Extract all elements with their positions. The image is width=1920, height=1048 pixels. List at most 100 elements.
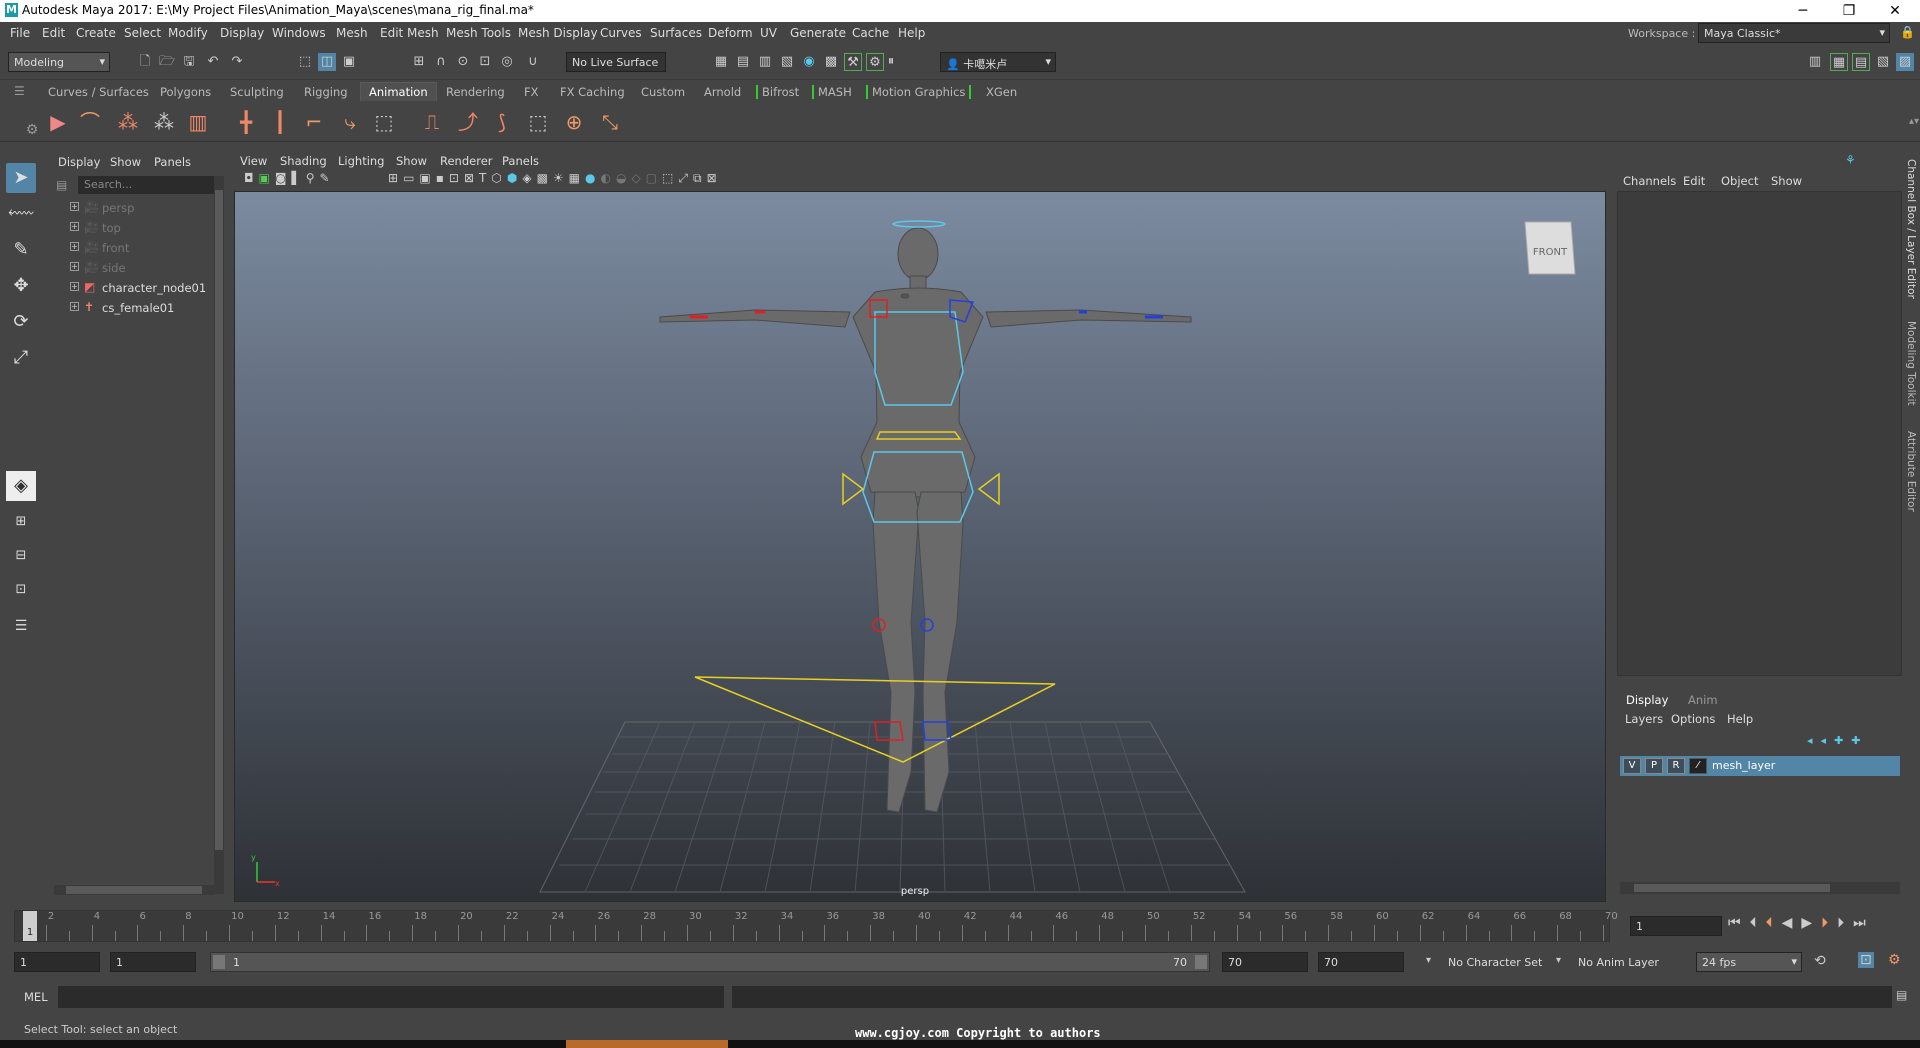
film-gate-icon[interactable]: ▭ <box>403 171 419 185</box>
render-view-icon[interactable]: ▩ <box>822 53 840 71</box>
toggle-channel-box-icon[interactable]: ▨ <box>1896 53 1914 71</box>
four-view-layout-icon[interactable]: ⊞ <box>6 507 36 537</box>
play-forwards-icon[interactable]: ▶ <box>1801 915 1821 931</box>
layer-menu-options[interactable]: Options <box>1671 712 1715 726</box>
side-tab-modeling-toolkit[interactable]: Modeling Toolkit <box>1905 321 1917 406</box>
hypershade-icon[interactable]: ◉ <box>800 53 818 71</box>
play-backwards-icon[interactable]: ◀ <box>1782 915 1802 931</box>
unghost-icon[interactable]: ⁂ <box>150 108 178 136</box>
render-history-icon[interactable]: ▦ <box>712 53 730 71</box>
motion-trail-icon[interactable]: ⌒ <box>76 108 104 136</box>
shadows-icon[interactable]: ▦ <box>569 171 585 185</box>
select-component-icon[interactable]: ▣ <box>340 53 358 71</box>
time-ruler[interactable]: 2 4 6 8 10 12 14 16 18 20 22 24 26 28 30 32 34 36 38 40 42 44… <box>14 910 1618 942</box>
move-tool-icon[interactable]: ✥ <box>6 271 36 301</box>
layer-tab-anim[interactable]: Anim <box>1688 693 1718 707</box>
snap-surface-icon[interactable]: ◎ <box>498 53 516 71</box>
viewport-toolbar-left[interactable]: ◘▣◙▌⚲✎ <box>244 171 335 185</box>
chevron-down-icon[interactable]: ▾ <box>1556 955 1561 966</box>
outliner-horizontal-scrollbar[interactable] <box>54 885 214 895</box>
command-input[interactable] <box>58 986 724 1008</box>
viewport-menu-lighting[interactable]: Lighting <box>338 154 384 168</box>
select-object-icon[interactable]: ◫ <box>318 53 336 71</box>
outliner-menu-display[interactable]: Display <box>58 155 100 169</box>
snap-grid-icon[interactable]: ⊞ <box>410 53 428 71</box>
open-scene-icon[interactable]: 🗁 <box>158 53 176 71</box>
bookmark-icon[interactable]: ◙ <box>275 171 292 185</box>
wire-deformer-icon[interactable]: ⤡ <box>596 108 624 136</box>
close-button[interactable]: ✕ <box>1872 0 1918 22</box>
ik-handle-icon[interactable]: ⤷ <box>336 108 364 136</box>
menu-surfaces[interactable]: Surfaces <box>650 26 702 40</box>
side-tab-attribute-editor[interactable]: Attribute Editor <box>1905 431 1917 512</box>
menu-windows[interactable]: Windows <box>272 26 326 40</box>
smooth-shade-icon[interactable]: ⬢ <box>507 171 522 185</box>
shelf-tab-motion-graphics[interactable]: Motion Graphics <box>866 85 972 99</box>
shelf-tab-animation[interactable]: Animation <box>360 82 437 101</box>
playblast-icon[interactable]: ▶ <box>44 108 72 136</box>
hud-icon[interactable]: ⊠ <box>707 171 722 185</box>
motion-blur-icon[interactable]: ◐ <box>601 171 616 185</box>
breakdown-key-icon[interactable]: ┃ <box>266 108 294 136</box>
menu-curves[interactable]: Curves <box>600 26 642 40</box>
expand-icon[interactable]: + <box>70 222 79 231</box>
live-surface-field[interactable]: No Live Surface <box>566 52 666 72</box>
textured-icon[interactable]: ▩ <box>537 171 553 185</box>
menu-edit-mesh[interactable]: Edit Mesh <box>380 26 439 40</box>
shelf-tab-xgen[interactable]: XGen <box>986 85 1017 99</box>
layer-playback-toggle[interactable]: P <box>1645 758 1663 774</box>
grid-icon[interactable]: ⊞ <box>388 171 403 185</box>
xray-joints-icon[interactable]: ⤢ <box>678 171 693 185</box>
expand-icon[interactable]: + <box>70 282 79 291</box>
lasso-tool-icon[interactable]: ⬳ <box>6 199 36 229</box>
taskbar-active-item[interactable] <box>566 1040 728 1048</box>
safe-title-icon[interactable]: T <box>479 171 491 185</box>
grease-pencil-icon[interactable]: ✎ <box>320 171 335 185</box>
menu-cache[interactable]: Cache <box>852 26 889 40</box>
viewport-toolbar-mid[interactable]: ⊞▭▣▪⊡⊠T⬡⬢◈▩☀▦●◐◒◇▢⬚⤢⧉⊠ <box>388 171 722 186</box>
side-tab-channel-box[interactable]: Channel Box / Layer Editor <box>1905 159 1917 299</box>
go-to-end-icon[interactable]: ⏭ <box>1853 915 1875 931</box>
playback-prefs-icon[interactable]: ⚙ <box>1888 952 1901 968</box>
expand-icon[interactable]: + <box>70 202 79 211</box>
joint-tool-icon[interactable]: ⌐ <box>300 108 328 136</box>
toggle-tool-settings-icon[interactable]: ▧ <box>1874 53 1892 71</box>
menu-file[interactable]: File <box>10 26 30 40</box>
modeling-toolkit-icon[interactable]: ⚒ <box>844 53 862 71</box>
minimize-button[interactable]: ─ <box>1780 0 1826 22</box>
layer-tab-display[interactable]: Display <box>1626 693 1668 707</box>
viewport-menu-panels[interactable]: Panels <box>502 154 539 168</box>
toggle-outliner-icon[interactable]: ▥ <box>1806 53 1824 71</box>
viewport-menu-view[interactable]: View <box>240 154 267 168</box>
menuset-dropdown[interactable]: Modeling ▾ <box>8 52 110 72</box>
view-cube[interactable]: FRONT <box>1524 221 1576 275</box>
smooth-bind-icon[interactable]: ⤴ <box>454 108 482 136</box>
outliner-persp-layout-icon[interactable]: ⊟ <box>6 541 36 571</box>
go-to-start-icon[interactable]: ⏮ <box>1728 915 1750 931</box>
set-key-icon[interactable]: ╋ <box>232 108 260 136</box>
channelbox-pin-icon[interactable]: ⚘ <box>1845 153 1856 167</box>
range-handle-start[interactable] <box>213 955 225 969</box>
expand-icon[interactable]: + <box>70 302 79 311</box>
shelf-tab-custom[interactable]: Custom <box>641 85 685 99</box>
channelbox-menu-channels[interactable]: Channels <box>1623 174 1676 188</box>
shelf-menu-icon[interactable]: ☰ <box>14 84 25 98</box>
anim-layer-dropdown[interactable]: No Anim Layer <box>1572 952 1678 972</box>
layer-menu-layers[interactable]: Layers <box>1625 712 1663 726</box>
ipr-render-icon[interactable]: ▥ <box>756 53 774 71</box>
anti-aliasing-icon[interactable]: ◒ <box>616 171 631 185</box>
snap-curve-icon[interactable]: ∩ <box>432 53 450 71</box>
save-scene-icon[interactable]: 🖫 <box>180 53 198 71</box>
menu-edit[interactable]: Edit <box>42 26 65 40</box>
viewport-menu-shading[interactable]: Shading <box>280 154 327 168</box>
scrollbar-thumb[interactable] <box>1634 884 1830 892</box>
lattice-icon[interactable]: ⊕ <box>560 108 588 136</box>
select-tool-icon[interactable]: ➤ <box>6 163 36 193</box>
shelf-tab-rendering[interactable]: Rendering <box>446 85 505 99</box>
chevron-down-icon[interactable]: ▾ <box>1426 955 1431 966</box>
layer-horizontal-scrollbar[interactable] <box>1620 882 1900 894</box>
menu-select[interactable]: Select <box>124 26 161 40</box>
menu-generate[interactable]: Generate <box>790 26 846 40</box>
outliner-layout-icon[interactable]: ☰ <box>6 611 36 641</box>
shelf-tab-fx[interactable]: FX <box>524 85 539 99</box>
